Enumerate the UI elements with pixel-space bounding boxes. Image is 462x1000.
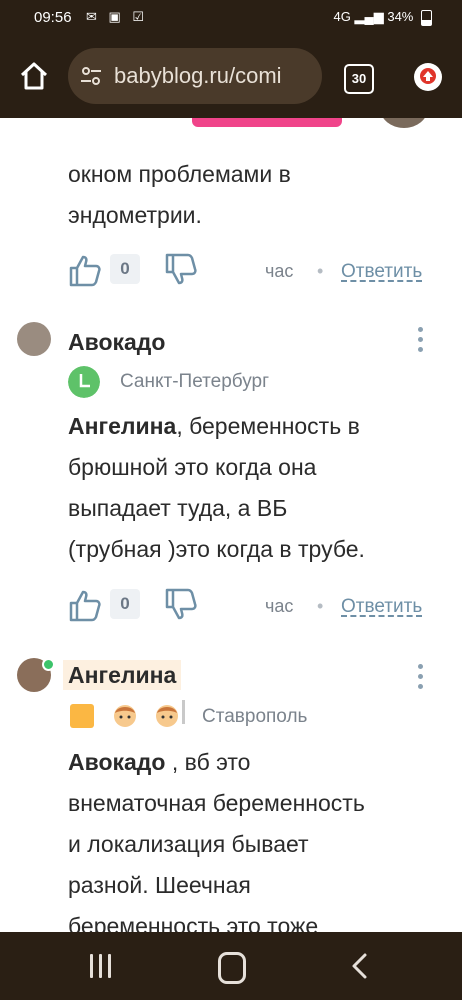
comment-line: разной. Шеечная [68,872,251,898]
comment-line: эндометрии. [68,202,202,228]
comment-city: Санкт-Петербург [120,371,270,392]
pink-button-edge[interactable] [192,118,342,127]
child-face-icon [114,705,136,727]
comment-line: Ангелина, беременность в [68,406,365,447]
separator-dot: • [317,261,324,281]
site-settings-icon[interactable] [80,65,102,87]
comment-line: окном проблемами в [68,161,291,187]
comment-line: брюшной это когда она [68,454,317,480]
comment-time: час [265,261,294,281]
comment-actions: 0 час • Ответить [68,587,440,623]
comment-line: и локализация бывает [68,831,309,857]
comment-line: беременность это тоже [68,913,319,932]
comment-text: Авокадо , вб это внематочная беременност… [68,742,365,932]
tab-switcher-button[interactable]: 30 [344,64,374,94]
browser-toolbar: babyblog.ru/comi 30 [0,36,462,118]
like-count: 0 [110,589,140,619]
signal-label: 4G [333,9,351,24]
comment-author[interactable]: Ангелина [63,660,182,690]
avatar[interactable] [17,322,51,356]
battery-icon [421,9,432,26]
signal-icon: ▂▄▆ [354,9,388,24]
comment-city: Ставрополь [202,706,308,727]
like-count: 0 [110,254,140,284]
city-icon [68,366,100,398]
back-icon[interactable] [350,952,370,980]
status-bar: 09:56 ✉ ▣ ☑ 4G ▂▄▆ 34% [0,0,462,36]
comment-author[interactable]: Авокадо [68,329,165,356]
address-bar[interactable]: babyblog.ru/comi [68,48,322,104]
child-face-icon [156,705,178,727]
status-right: 4G ▂▄▆ 34% [334,9,432,26]
thumbs-up-icon[interactable] [68,589,102,623]
system-nav-bar [0,932,462,1000]
thumbs-up-icon[interactable] [68,254,102,288]
comment-actions: 0 час • Ответить [68,252,440,288]
more-options-icon[interactable] [418,664,424,694]
thumbs-down-icon[interactable] [164,587,198,621]
comment-text: окном проблемами в эндометрии. [68,154,291,236]
comment-line: Авокадо , вб это [68,742,365,783]
comments-feed[interactable]: окном проблемами в эндометрии. 0 час • О… [0,118,462,932]
comment-line: выпадает туда, а ВБ [68,495,288,521]
author-name[interactable]: Ангелина [63,660,182,690]
status-time: 09:56 [34,9,72,26]
comment-line: (трубная )это когда в трубе. [68,536,365,562]
comment-text: Ангелина, беременность в брюшной это ког… [68,406,365,570]
badge-icon [70,704,94,728]
more-options-icon[interactable] [418,327,424,357]
mention-link[interactable]: Авокадо [68,749,165,775]
home-nav-icon[interactable] [218,952,246,984]
comment-time: час [265,596,294,616]
comment-line-part: , вб это [165,749,251,775]
online-indicator [42,658,55,671]
recent-apps-icon[interactable] [88,954,114,978]
battery-text: 34% [387,9,414,24]
mention-link[interactable]: Ангелина [68,413,176,439]
home-icon[interactable] [18,60,50,92]
avatar[interactable] [380,118,428,128]
reply-link[interactable]: Ответить [341,261,422,283]
separator-dot: • [317,596,324,616]
url-text[interactable]: babyblog.ru/comi [114,63,282,89]
reply-link[interactable]: Ответить [341,596,422,618]
divider [182,700,185,724]
comment-line: внематочная беременность [68,790,365,816]
notification-icons: ✉ ▣ ☑ [86,9,149,24]
thumbs-down-icon[interactable] [164,252,198,286]
update-icon[interactable] [414,63,442,91]
comment-line-part: , беременность в [176,413,360,439]
